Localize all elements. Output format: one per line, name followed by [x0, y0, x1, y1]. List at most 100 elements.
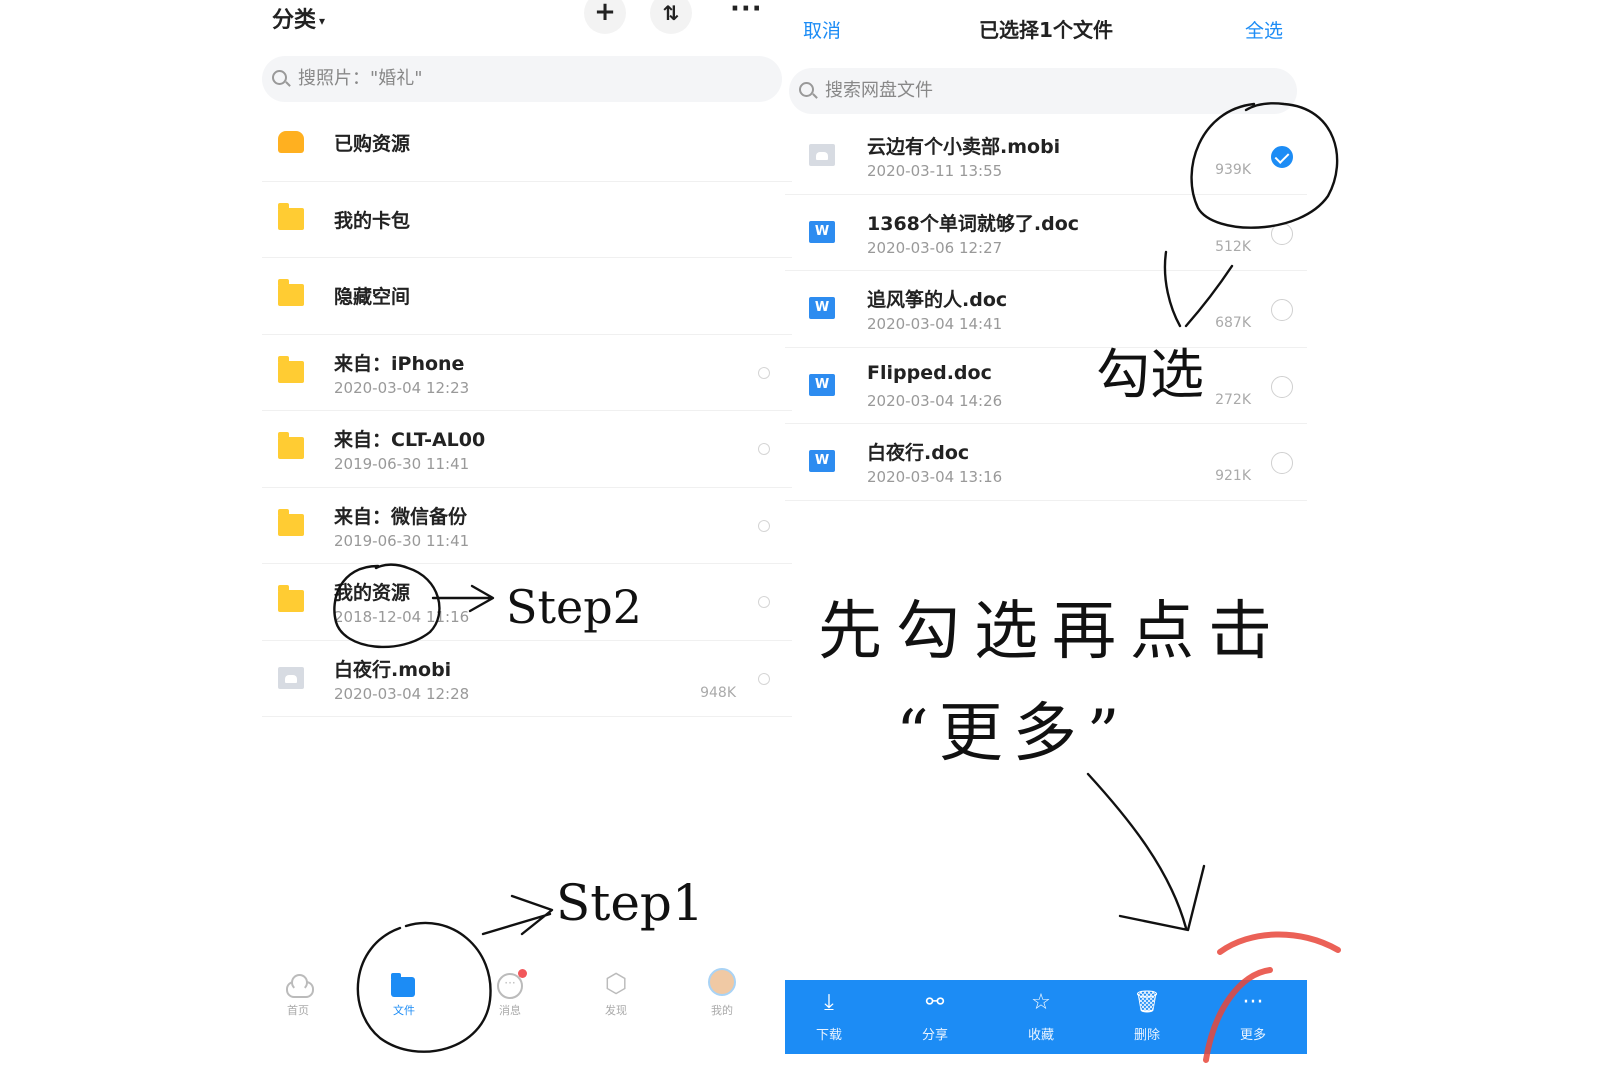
caret-down-icon: ▾ — [319, 14, 326, 28]
file-date: 2020-03-11 13:55 — [867, 162, 1003, 180]
file-size: 921K — [1215, 468, 1251, 484]
tab-me[interactable]: 我的 — [692, 960, 752, 1018]
action-label: 删除 — [1133, 1028, 1160, 1043]
list-item[interactable]: 白夜行.mobi 2020-03-04 12:28 948K — [262, 641, 792, 717]
word-icon — [809, 220, 835, 243]
instruction-line1: 先勾选再点击 — [818, 595, 1286, 669]
category-dropdown[interactable]: 分类 ▾ — [272, 2, 325, 34]
tab-label: 文件 — [393, 1004, 415, 1017]
step1-annotation: Step1 — [556, 874, 704, 932]
tab-label: 首页 — [287, 1004, 309, 1017]
top-bar: 分类 ▾ + ⇅ ··· — [262, 0, 802, 40]
file-date: 2020-03-04 14:41 — [867, 315, 1003, 333]
tab-label: 我的 — [711, 1004, 733, 1017]
plus-icon: + — [594, 0, 616, 27]
file-size: 939K — [1215, 162, 1251, 178]
file-date: 2020-03-06 12:27 — [867, 238, 1003, 257]
favorite-button[interactable]: ☆ 收藏 — [1001, 980, 1081, 1054]
select-radio[interactable] — [1271, 375, 1293, 398]
file-row[interactable]: 追风筝的人.doc 2020-03-04 14:41 687K — [785, 271, 1307, 348]
photo-search-input[interactable]: 搜照片："婚礼" — [262, 56, 782, 102]
more-button[interactable]: ··· 更多 — [1213, 980, 1293, 1054]
download-button[interactable]: ⤓ 下载 — [789, 980, 869, 1054]
star-icon: ☆ — [1031, 990, 1051, 1015]
file-name: 云边有个小卖部.mobi — [867, 136, 1061, 158]
notification-dot — [518, 969, 527, 978]
action-label: 分享 — [921, 1028, 948, 1043]
selection-header: 取消 已选择1个文件 全选 — [785, 0, 1307, 56]
folder-icon — [278, 508, 304, 536]
file-size: 272K — [1215, 391, 1251, 408]
file-row[interactable]: 白夜行.doc 2020-03-04 13:16 921K — [785, 424, 1307, 501]
transfer-icon: ⇅ — [662, 1, 680, 25]
more-menu-button[interactable]: ··· — [730, 0, 763, 24]
word-icon — [809, 450, 835, 472]
search-placeholder: 搜照片："婚礼" — [298, 68, 423, 89]
file-browser-panel: 分类 ▾ + ⇅ ··· 搜照片："婚礼" 已购资源我的卡包隐藏空间来自：iPho… — [262, 0, 802, 1080]
item-date: 2019-06-30 11:41 — [334, 455, 470, 473]
folder-orange-icon — [278, 131, 304, 153]
item-name: 隐藏空间 — [334, 286, 411, 308]
select-radio[interactable] — [1271, 222, 1293, 245]
step2-annotation: Step2 — [506, 580, 642, 634]
select-radio[interactable] — [1271, 299, 1293, 321]
file-date: 2020-03-04 13:16 — [867, 468, 1003, 486]
item-size: 948K — [700, 684, 736, 701]
select-radio[interactable] — [758, 519, 770, 532]
item-date: 2020-03-04 12:23 — [334, 378, 470, 397]
select-radio[interactable] — [758, 672, 770, 685]
tab-messages[interactable]: 消息 — [480, 960, 540, 1018]
file-size: 687K — [1215, 315, 1251, 331]
file-row[interactable]: Flipped.doc 2020-03-04 14:26 272K — [785, 348, 1307, 424]
tab-label: 消息 — [499, 1004, 521, 1017]
checked-radio[interactable] — [1271, 146, 1293, 168]
file-folder-icon — [390, 972, 418, 997]
folder-icon — [278, 202, 304, 230]
folder-icon — [278, 585, 304, 612]
action-label: 收藏 — [1027, 1028, 1054, 1043]
tab-discover[interactable]: 发现 — [586, 960, 646, 1018]
more-icon: ··· — [1242, 990, 1264, 1015]
select-radio[interactable] — [1271, 452, 1293, 474]
select-radio[interactable] — [758, 366, 770, 379]
file-name: 追风筝的人.doc — [867, 289, 1008, 311]
delete-button[interactable]: 🗑 删除 — [1107, 980, 1187, 1054]
file-name: 1368个单词就够了.doc — [867, 212, 1080, 235]
list-item[interactable]: 来自：微信备份 2019-06-30 11:41 — [262, 488, 792, 564]
bottom-tab-bar: 首页 文件 消息 发现 我的 — [262, 960, 802, 1030]
item-name: 来自：CLT-AL00 — [334, 429, 486, 451]
select-all-button[interactable]: 全选 — [1245, 16, 1283, 43]
action-bar: ⤓ 下载 ⚯ 分享 ☆ 收藏 🗑 删除 ··· 更多 — [785, 980, 1307, 1054]
item-name: 我的卡包 — [334, 209, 411, 232]
trash-icon: 🗑 — [1133, 990, 1161, 1015]
add-button[interactable]: + — [584, 0, 626, 34]
select-radio[interactable] — [758, 596, 770, 608]
word-icon — [809, 373, 835, 396]
list-item[interactable]: 隐藏空间 — [262, 258, 792, 335]
file-row[interactable]: 云边有个小卖部.mobi 2020-03-11 13:55 939K — [785, 118, 1307, 195]
item-name: 来自：微信备份 — [334, 505, 468, 528]
tab-files[interactable]: 文件 — [374, 960, 434, 1018]
cloud-search-input[interactable]: 搜索网盘文件 — [789, 68, 1297, 114]
transfer-button[interactable]: ⇅ — [650, 0, 692, 34]
list-item[interactable]: 已购资源 — [262, 105, 792, 182]
list-item[interactable]: 来自：iPhone 2020-03-04 12:23 — [262, 335, 792, 411]
file-size: 512K — [1215, 238, 1251, 255]
word-icon — [809, 297, 835, 319]
select-radio[interactable] — [758, 443, 770, 455]
search-placeholder: 搜索网盘文件 — [825, 80, 933, 101]
tab-home[interactable]: 首页 — [268, 960, 328, 1018]
category-label: 分类 — [272, 8, 317, 33]
list-item[interactable]: 我的卡包 — [262, 182, 792, 258]
folder-icon — [278, 355, 304, 383]
selectable-file-list: 云边有个小卖部.mobi 2020-03-11 13:55 939K 1368个单词就… — [785, 118, 1307, 501]
list-item[interactable]: 来自：CLT-AL00 2019-06-30 11:41 — [262, 411, 792, 488]
item-date: 2018-12-04 11:16 — [334, 608, 470, 626]
item-name: 我的资源 — [334, 582, 411, 604]
file-row[interactable]: 1368个单词就够了.doc 2020-03-06 12:27 512K — [785, 195, 1307, 271]
document-icon — [278, 666, 304, 689]
search-icon — [799, 82, 814, 97]
share-button[interactable]: ⚯ 分享 — [895, 980, 975, 1054]
folder-icon — [278, 432, 304, 459]
share-icon: ⚯ — [925, 990, 945, 1015]
